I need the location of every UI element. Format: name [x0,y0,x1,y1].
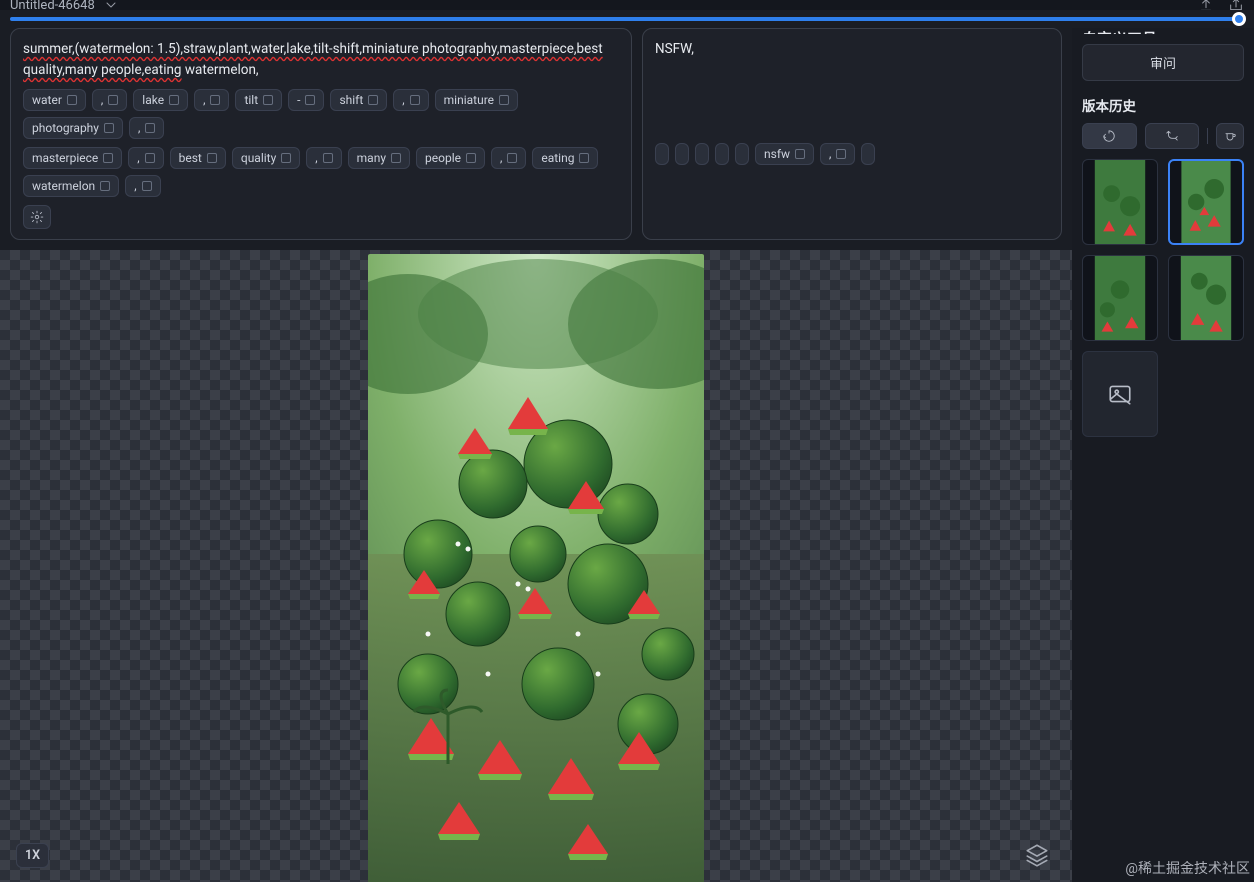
positive-prompt-box[interactable]: summer,(watermelon: 1.5),straw,plant,wat… [10,28,632,240]
tag-remove-icon[interactable] [100,181,110,191]
thumb-placeholder[interactable] [1082,351,1158,437]
tag-remove-icon[interactable] [103,153,113,163]
slider-track [10,17,1244,21]
history-branch-button[interactable] [1145,123,1200,149]
tag-remove-icon[interactable] [145,123,155,133]
thumb-3[interactable] [1082,255,1158,341]
thumb-2[interactable] [1168,159,1244,245]
tag-lake[interactable]: lake [133,89,188,111]
canvas[interactable]: 1X [0,250,1072,882]
positive-tools [23,205,619,229]
tag-photography[interactable]: photography [23,117,123,139]
tag-masterpiece[interactable]: masterpiece [23,147,122,169]
version-history-title: 版本历史 [1082,95,1244,115]
progress-slider[interactable] [0,10,1254,28]
tag-comma[interactable]: , [820,143,855,165]
tag-best[interactable]: best [170,147,226,169]
tag-comma[interactable]: , [92,89,127,111]
tag-dash[interactable]: - [288,89,324,111]
tool-settings-icon[interactable] [861,143,875,165]
generated-image[interactable] [368,254,704,882]
tag-remove-icon[interactable] [305,95,315,105]
tag-water[interactable]: water [23,89,86,111]
tag-comma[interactable]: , [125,175,160,197]
tag-many[interactable]: many [348,147,410,169]
review-button[interactable]: 审问 [1082,44,1244,81]
tag-remove-icon[interactable] [263,95,273,105]
tag-remove-icon[interactable] [104,123,114,133]
tool-crop-icon[interactable] [655,143,669,165]
watermark-text: @稀土掘金技术社区 [1125,858,1250,878]
tag-quality[interactable]: quality [232,147,300,169]
tag-remove-icon[interactable] [579,153,589,163]
tag-shift[interactable]: shift [330,89,387,111]
tool-play-icon[interactable] [735,143,749,165]
version-thumbs [1072,159,1254,437]
thumb-4[interactable] [1168,255,1244,341]
thumb-1[interactable] [1082,159,1158,245]
tag-remove-icon[interactable] [507,153,517,163]
tag-remove-icon[interactable] [207,153,217,163]
history-undo-button[interactable] [1082,123,1137,149]
tool-image-icon[interactable] [695,143,709,165]
zoom-level-badge[interactable]: 1X [16,843,49,868]
tag-tilt[interactable]: tilt [235,89,282,111]
sidebar: 自定义工具 审问 版本历史 [1072,28,1254,882]
tag-remove-icon[interactable] [795,149,805,159]
tag-remove-icon[interactable] [499,95,509,105]
settings-gear-icon[interactable] [23,205,51,229]
tag-comma[interactable]: , [306,147,341,169]
tag-remove-icon[interactable] [368,95,378,105]
tag-nsfw[interactable]: nsfw [755,143,814,165]
tag-miniature[interactable]: miniature [435,89,518,111]
tag-remove-icon[interactable] [108,95,118,105]
sidebar-title: 自定义工具 [1082,28,1244,34]
slider-knob[interactable] [1232,12,1246,26]
app-header: Untitled-46648 [0,0,1254,10]
layers-icon[interactable] [1024,842,1050,868]
positive-tags-row1: water , lake , tilt - shift , miniature … [23,89,619,139]
tag-remove-icon[interactable] [466,153,476,163]
tag-remove-icon[interactable] [145,153,155,163]
negative-tags: nsfw , [655,143,1049,165]
tag-remove-icon[interactable] [410,95,420,105]
positive-prompt-text[interactable]: summer,(watermelon: 1.5),straw,plant,wat… [23,39,619,81]
toolbar-separator [1207,128,1208,144]
history-cup-button[interactable] [1216,123,1244,149]
tag-remove-icon[interactable] [67,95,77,105]
tag-comma[interactable]: , [128,147,163,169]
negative-prompt-text[interactable]: NSFW, [655,39,1049,135]
tag-remove-icon[interactable] [142,181,152,191]
tag-remove-icon[interactable] [281,153,291,163]
tool-link-icon[interactable] [715,143,729,165]
tag-remove-icon[interactable] [210,95,220,105]
tag-eating[interactable]: eating [532,147,598,169]
negative-prompt-box[interactable]: NSFW, nsfw , [642,28,1062,240]
positive-tags-row2: masterpiece , best quality , many people… [23,147,619,197]
tag-people[interactable]: people [416,147,485,169]
prompt-panels: summer,(watermelon: 1.5),straw,plant,wat… [0,28,1072,250]
tool-focus-icon[interactable] [675,143,689,165]
tag-comma[interactable]: , [393,89,428,111]
tag-remove-icon[interactable] [836,149,846,159]
tag-comma[interactable]: , [194,89,229,111]
tag-remove-icon[interactable] [391,153,401,163]
history-toolbar [1082,123,1244,149]
tag-comma[interactable]: , [129,117,164,139]
tag-remove-icon[interactable] [169,95,179,105]
tag-remove-icon[interactable] [323,153,333,163]
tag-comma[interactable]: , [491,147,526,169]
tag-watermelon[interactable]: watermelon [23,175,119,197]
